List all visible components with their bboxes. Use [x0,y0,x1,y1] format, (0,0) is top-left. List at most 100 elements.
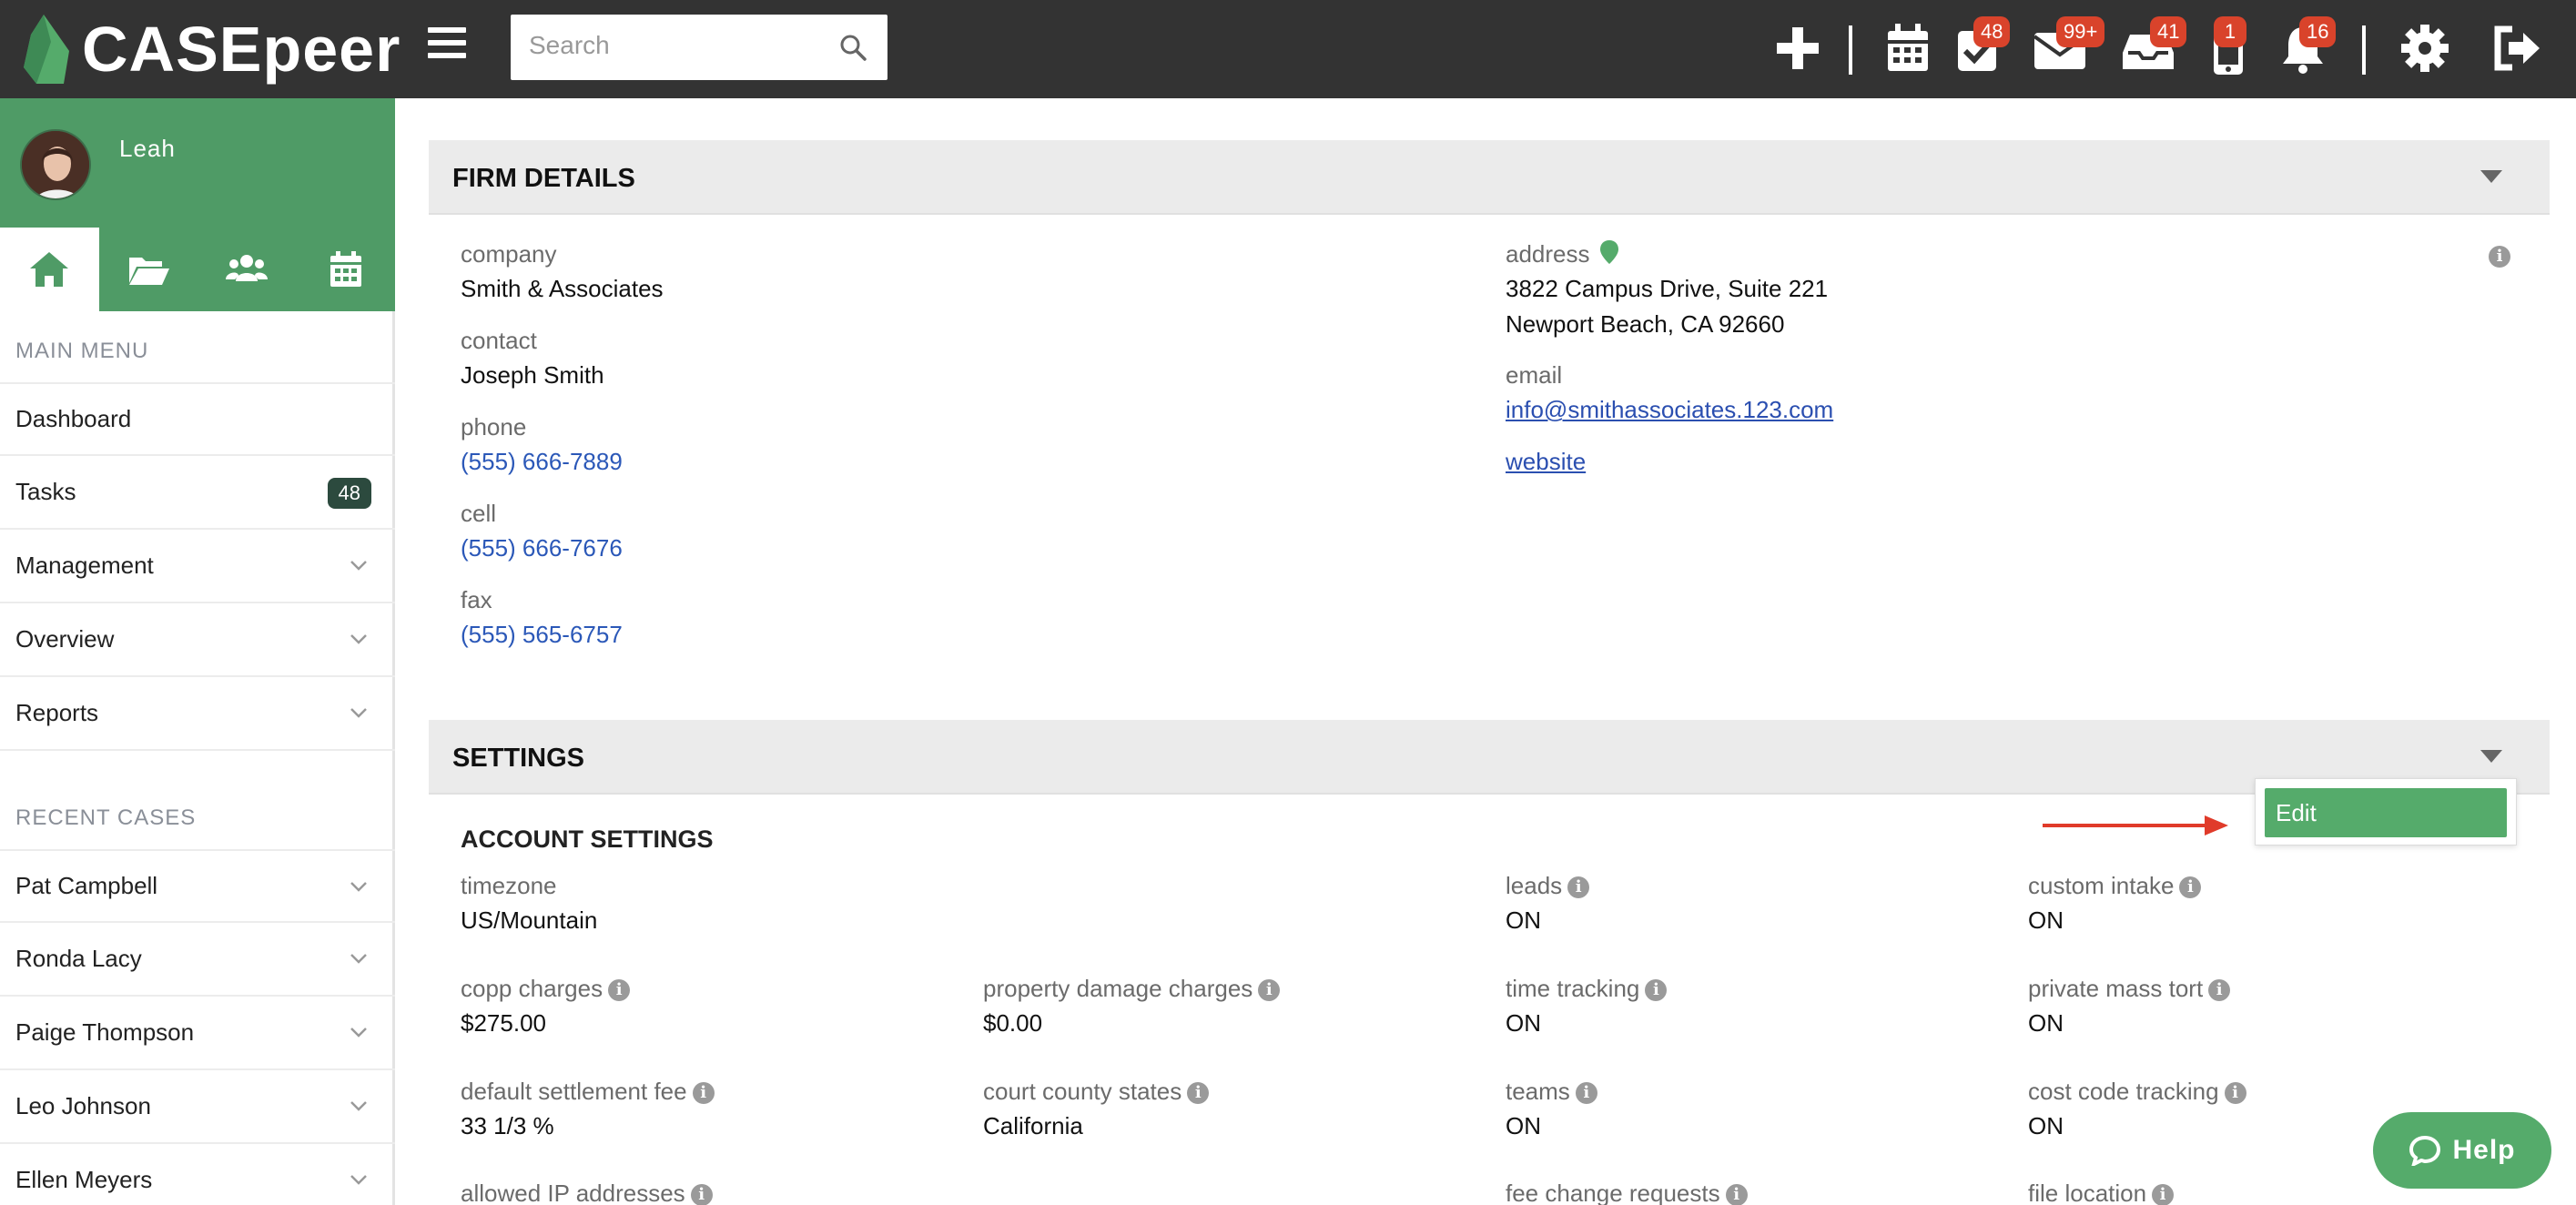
court-county-label-text: court county states [983,1078,1182,1105]
chevron-down-icon [350,882,367,892]
info-icon[interactable]: i [1645,979,1668,1001]
leads-value: ON [1506,906,1541,934]
leads-label-text: leads [1506,872,1563,899]
info-icon[interactable]: i [690,1184,713,1205]
email-link[interactable]: info@smithassociates.123.com [1506,396,1833,424]
sidebar-item-management[interactable]: Management [0,530,395,603]
info-icon[interactable]: i [2489,246,2510,268]
chevron-down-icon [350,634,367,644]
allowed-ip-label-text: allowed IP addresses [461,1180,685,1205]
phone-link[interactable]: (555) 666-7889 [461,448,623,476]
folder-open-icon [128,258,169,285]
recent-cases-heading: RECENT CASES [15,805,197,830]
help-label: Help [2452,1135,2516,1165]
company-label: company [461,240,557,268]
info-icon[interactable]: i [2152,1184,2175,1205]
fee-change-label: fee change requests i [1506,1180,1748,1205]
sidebar-item-tasks[interactable]: Tasks 48 [0,456,395,530]
file-location-label: file location i [2028,1180,2175,1205]
logout-icon[interactable] [2489,20,2543,76]
sidebar-item-dashboard[interactable]: Dashboard [0,382,395,456]
property-damage-value: $0.00 [983,1009,1043,1037]
tab-contacts[interactable] [198,228,297,311]
teams-label-text: teams [1506,1078,1570,1105]
recent-case-item[interactable]: Paige Thompson [0,997,395,1070]
website-link[interactable]: website [1506,448,1586,476]
info-icon[interactable]: i [2179,876,2202,898]
court-county-value: California [983,1112,1083,1139]
help-button[interactable]: Help [2373,1112,2551,1189]
recent-case-item[interactable]: Ellen Meyers [0,1144,395,1205]
private-mass-tort-label-text: private mass tort [2028,975,2204,1002]
tab-calendar[interactable] [297,228,396,311]
recent-case-item[interactable]: Pat Campbell [0,849,395,923]
cell-label: cell [461,500,497,527]
chevron-down-icon [350,708,367,718]
address-line-1: 3822 Campus Drive, Suite 221 [1506,275,1829,302]
mail-icon[interactable]: 99+ [2033,16,2105,76]
time-tracking-value: ON [1506,1009,1541,1037]
info-icon[interactable]: i [692,1082,715,1104]
company-value: Smith & Associates [461,275,664,302]
cell-link[interactable]: (555) 666-7676 [461,534,623,562]
search-icon[interactable] [838,33,867,62]
phone-label: phone [461,413,527,440]
section-title: SETTINGS [452,744,585,773]
settings-gear-icon[interactable] [2398,20,2452,76]
mail-count-badge: 99+ [2056,16,2105,47]
custom-intake-label: custom intake i [2028,872,2202,900]
chevron-down-icon [350,1101,367,1111]
property-damage-label-text: property damage charges [983,975,1253,1002]
notifications-bell-icon[interactable]: 16 [2276,16,2337,76]
map-marker-icon[interactable] [1599,240,1618,264]
info-icon[interactable]: i [1187,1082,1210,1104]
info-icon[interactable]: i [1258,979,1281,1001]
copp-charges-label-text: copp charges [461,975,603,1002]
recent-case-label: Ronda Lacy [15,945,142,972]
cost-code-label-text: cost code tracking [2028,1078,2219,1105]
calendar-icon[interactable] [1881,20,1935,76]
chevron-down-icon [350,1028,367,1038]
settlement-fee-value: 33 1/3 % [461,1112,554,1139]
timezone-label: timezone [461,872,557,899]
firm-details-header[interactable]: FIRM DETAILS [429,140,2550,215]
add-new-icon[interactable] [1770,20,1825,76]
info-icon[interactable]: i [2224,1082,2246,1104]
settings-header[interactable]: SETTINGS [429,720,2550,795]
tab-cases[interactable] [99,228,198,311]
home-icon [30,252,69,287]
casepeer-logo[interactable]: CASEpeer [24,9,401,89]
info-icon[interactable]: i [1725,1184,1748,1205]
sidebar: Leah MAIN MENU Dashboard Tasks 48 Managem… [0,98,395,1205]
copp-charges-value: $275.00 [461,1009,546,1037]
tab-home[interactable] [0,228,99,311]
info-icon[interactable]: i [1567,876,1590,898]
mobile-count-badge: 1 [2214,16,2246,47]
sidebar-item-overview[interactable]: Overview [0,603,395,677]
recent-case-item[interactable]: Ronda Lacy [0,923,395,997]
collapse-caret-icon[interactable] [2480,170,2502,183]
inbox-tray-icon[interactable]: 41 [2121,16,2187,76]
hamburger-menu-icon[interactable] [428,27,466,64]
info-icon[interactable]: i [2208,979,2231,1001]
mobile-phone-icon[interactable]: 1 [2201,16,2256,76]
custom-intake-label-text: custom intake [2028,872,2175,899]
tasks-checkbox-icon[interactable]: 48 [1952,16,2011,76]
court-county-label: court county states i [983,1078,1210,1106]
collapse-caret-icon[interactable] [2480,750,2502,763]
notifications-count-badge: 16 [2299,16,2337,47]
tasks-count-badge: 48 [327,478,371,509]
fax-link[interactable]: (555) 565-6757 [461,621,623,649]
teams-label: teams i [1506,1078,1597,1106]
search-input[interactable] [529,31,820,60]
sidebar-item-reports[interactable]: Reports [0,677,395,751]
user-avatar[interactable] [20,129,91,200]
edit-settings-button[interactable]: Edit [2265,788,2507,837]
contact-value: Joseph Smith [461,361,604,389]
info-icon[interactable]: i [608,979,631,1001]
recent-case-item[interactable]: Leo Johnson [0,1070,395,1144]
recent-case-label: Pat Campbell [15,872,158,899]
private-mass-tort-label: private mass tort i [2028,975,2231,1003]
info-icon[interactable]: i [1575,1082,1597,1104]
settings-dropdown-menu: Edit [2255,778,2517,846]
